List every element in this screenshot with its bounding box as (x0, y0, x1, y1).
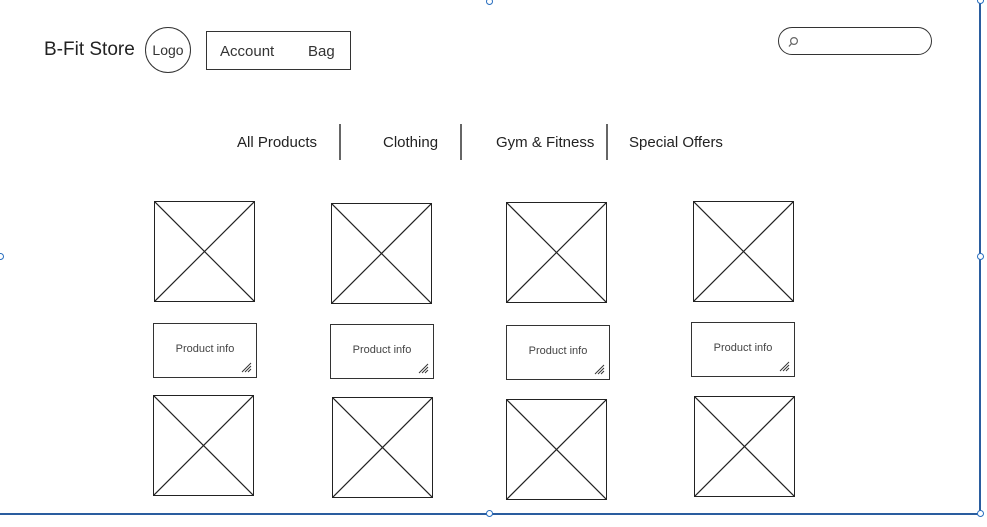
nav-divider (460, 124, 462, 160)
account-bag-box: Account Bag (206, 31, 351, 70)
wireframe-canvas: B-Fit Store Logo Account Bag All Product… (0, 0, 987, 527)
image-placeholder-icon (333, 398, 432, 497)
store-brand-name: B-Fit Store (44, 39, 135, 60)
image-placeholder-icon (332, 204, 431, 303)
product-image-placeholder[interactable] (153, 395, 254, 496)
image-placeholder-icon (695, 397, 794, 496)
search-box[interactable] (778, 27, 932, 55)
search-input[interactable] (805, 31, 927, 53)
account-link[interactable]: Account (220, 43, 274, 60)
product-info-box[interactable]: Product info (153, 323, 257, 378)
product-image-placeholder[interactable] (332, 397, 433, 498)
nav-special-offers[interactable]: Special Offers (629, 134, 723, 151)
nav-divider (606, 124, 608, 160)
selection-handle-bottom-center[interactable] (486, 510, 493, 517)
product-image-placeholder[interactable] (506, 202, 607, 303)
product-image-placeholder[interactable] (694, 396, 795, 497)
image-placeholder-icon (155, 202, 254, 301)
resize-icon[interactable] (418, 363, 429, 374)
bag-link[interactable]: Bag (308, 43, 335, 60)
nav-divider (339, 124, 341, 160)
search-icon (788, 36, 799, 47)
product-info-box[interactable]: Product info (691, 322, 795, 377)
logo-placeholder[interactable]: Logo (145, 27, 191, 73)
resize-icon[interactable] (241, 362, 252, 373)
selection-handle-top-right[interactable] (977, 0, 984, 4)
image-placeholder-icon (694, 202, 793, 301)
product-info-label: Product info (713, 342, 773, 354)
selection-handle-middle-right[interactable] (977, 253, 984, 260)
image-placeholder-icon (507, 400, 606, 499)
product-info-box[interactable]: Product info (506, 325, 610, 380)
resize-icon[interactable] (594, 364, 605, 375)
selection-handle-top-center[interactable] (486, 0, 493, 5)
nav-all-products[interactable]: All Products (237, 134, 317, 151)
image-placeholder-icon (507, 203, 606, 302)
image-placeholder-icon (154, 396, 253, 495)
product-info-label: Product info (528, 345, 588, 357)
product-info-label: Product info (175, 343, 235, 355)
product-image-placeholder[interactable] (506, 399, 607, 500)
product-image-placeholder[interactable] (154, 201, 255, 302)
product-info-label: Product info (352, 344, 412, 356)
resize-icon[interactable] (779, 361, 790, 372)
product-image-placeholder[interactable] (331, 203, 432, 304)
selection-handle-middle-left[interactable] (0, 253, 4, 260)
nav-gym-fitness[interactable]: Gym & Fitness (496, 134, 594, 151)
logo-label: Logo (152, 42, 184, 58)
product-image-placeholder[interactable] (693, 201, 794, 302)
nav-clothing[interactable]: Clothing (383, 134, 438, 151)
selection-handle-bottom-right[interactable] (977, 510, 984, 517)
product-info-box[interactable]: Product info (330, 324, 434, 379)
